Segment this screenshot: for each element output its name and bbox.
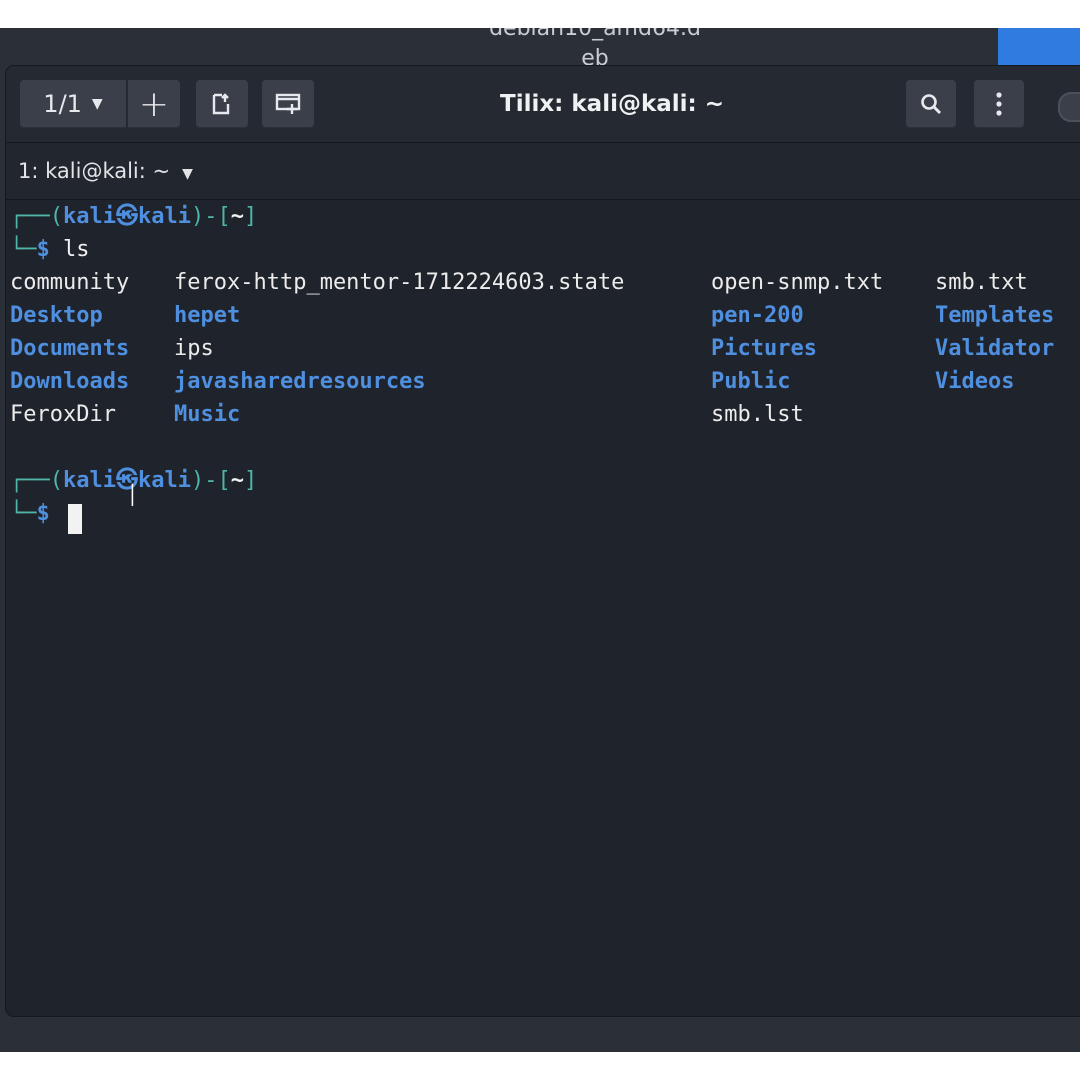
- prompt-user: kali: [62, 468, 116, 493]
- ls-entry: smb.txt: [935, 270, 1028, 295]
- prompt-line-top: ┌──(kali㉿kali)-[~]: [10, 200, 257, 233]
- prompt-at-icon: ㉿: [115, 204, 138, 229]
- window-title: Tilix: kali@kali: ~: [500, 91, 725, 117]
- ls-entry-dir: Music: [174, 402, 241, 427]
- terminal-output[interactable]: ┌──(kali㉿kali)-[~] └─$ ls community Desk…: [6, 200, 1080, 1016]
- prompt-symbol: $: [36, 237, 63, 262]
- prompt-frame: ┌──(: [10, 204, 63, 229]
- prompt-line-command: └─$ ls: [10, 233, 90, 266]
- ls-entry-dir: Downloads: [10, 369, 130, 394]
- menu-button[interactable]: [974, 80, 1024, 128]
- prompt-frame: ]: [243, 468, 258, 493]
- add-terminal-button[interactable]: +: [128, 80, 180, 128]
- header-bar[interactable]: 1/1 ▼ + Tilix: kali@kali: ~: [6, 66, 1080, 143]
- ls-entry-dir: Videos: [935, 369, 1015, 394]
- text-cursor: [68, 504, 82, 534]
- ls-entry-dir: Desktop: [10, 303, 103, 328]
- ls-entry: ferox-http_mentor-1712224603.state: [174, 270, 625, 295]
- new-window-button[interactable]: [262, 80, 314, 128]
- new-window-icon: [275, 93, 301, 114]
- ls-entry-dir: Templates: [935, 303, 1055, 328]
- ls-entry-dir: pen-200: [711, 303, 804, 328]
- prompt-symbol: $: [36, 501, 63, 526]
- desktop-file-label-line1: debian10_amd64.d: [489, 28, 701, 41]
- session-switcher-button[interactable]: 1/1 ▼: [20, 80, 126, 128]
- prompt-dir: ~: [230, 204, 244, 229]
- ls-entry-dir: Validator: [935, 336, 1055, 361]
- prompt-line-command: └─$: [10, 497, 63, 530]
- desktop-area: debian10_amd64.d eb 1/1 ▼ + Tilix: kali@…: [0, 28, 1080, 1052]
- ls-entry: FeroxDir: [10, 402, 116, 427]
- ls-entry-dir: hepet: [174, 303, 241, 328]
- prompt-frame: ┌──(: [10, 468, 63, 493]
- prompt-frame: )-[: [190, 204, 231, 229]
- chevron-down-icon: ▼: [91, 96, 103, 112]
- prompt-frame: )-[: [190, 468, 231, 493]
- ls-entry: ips: [174, 336, 214, 361]
- prompt-frame: ]: [243, 204, 258, 229]
- detach-terminal-button[interactable]: [196, 80, 248, 128]
- detach-terminal-icon: [212, 93, 230, 115]
- sidebar-toggle[interactable]: [1058, 92, 1080, 122]
- command-text: ls: [63, 237, 90, 262]
- search-button[interactable]: [906, 80, 956, 128]
- plus-icon: +: [138, 83, 170, 125]
- prompt-frame: └─: [10, 237, 37, 262]
- bottom-margin: [0, 1052, 1080, 1080]
- kebab-menu-icon: [996, 92, 1002, 116]
- terminal-tab-title: 1: kali@kali: ~: [18, 159, 171, 183]
- chevron-down-icon[interactable]: ▼: [182, 166, 193, 182]
- prompt-host: kali: [137, 468, 191, 493]
- tilix-window: 1/1 ▼ + Tilix: kali@kali: ~ 1: kali@kali…: [6, 66, 1080, 1016]
- ls-entry-dir: Pictures: [711, 336, 817, 361]
- search-icon: [921, 94, 942, 115]
- session-count: 1/1: [43, 90, 82, 118]
- prompt-user: kali: [62, 204, 116, 229]
- prompt-host: kali: [137, 204, 191, 229]
- prompt-frame: └─: [10, 501, 37, 526]
- terminal-tab-bar[interactable]: 1: kali@kali: ~ ▼: [6, 143, 1080, 200]
- ls-entry: open-snmp.txt: [711, 270, 884, 295]
- mouse-ibeam-cursor-icon: I: [128, 479, 137, 514]
- ls-entry-dir: Public: [711, 369, 791, 394]
- ls-entry: smb.lst: [711, 402, 804, 427]
- prompt-dir: ~: [230, 468, 244, 493]
- ls-entry: community: [10, 270, 130, 295]
- ls-entry-dir: javasharedresources: [174, 369, 426, 394]
- ls-entry-dir: Documents: [10, 336, 130, 361]
